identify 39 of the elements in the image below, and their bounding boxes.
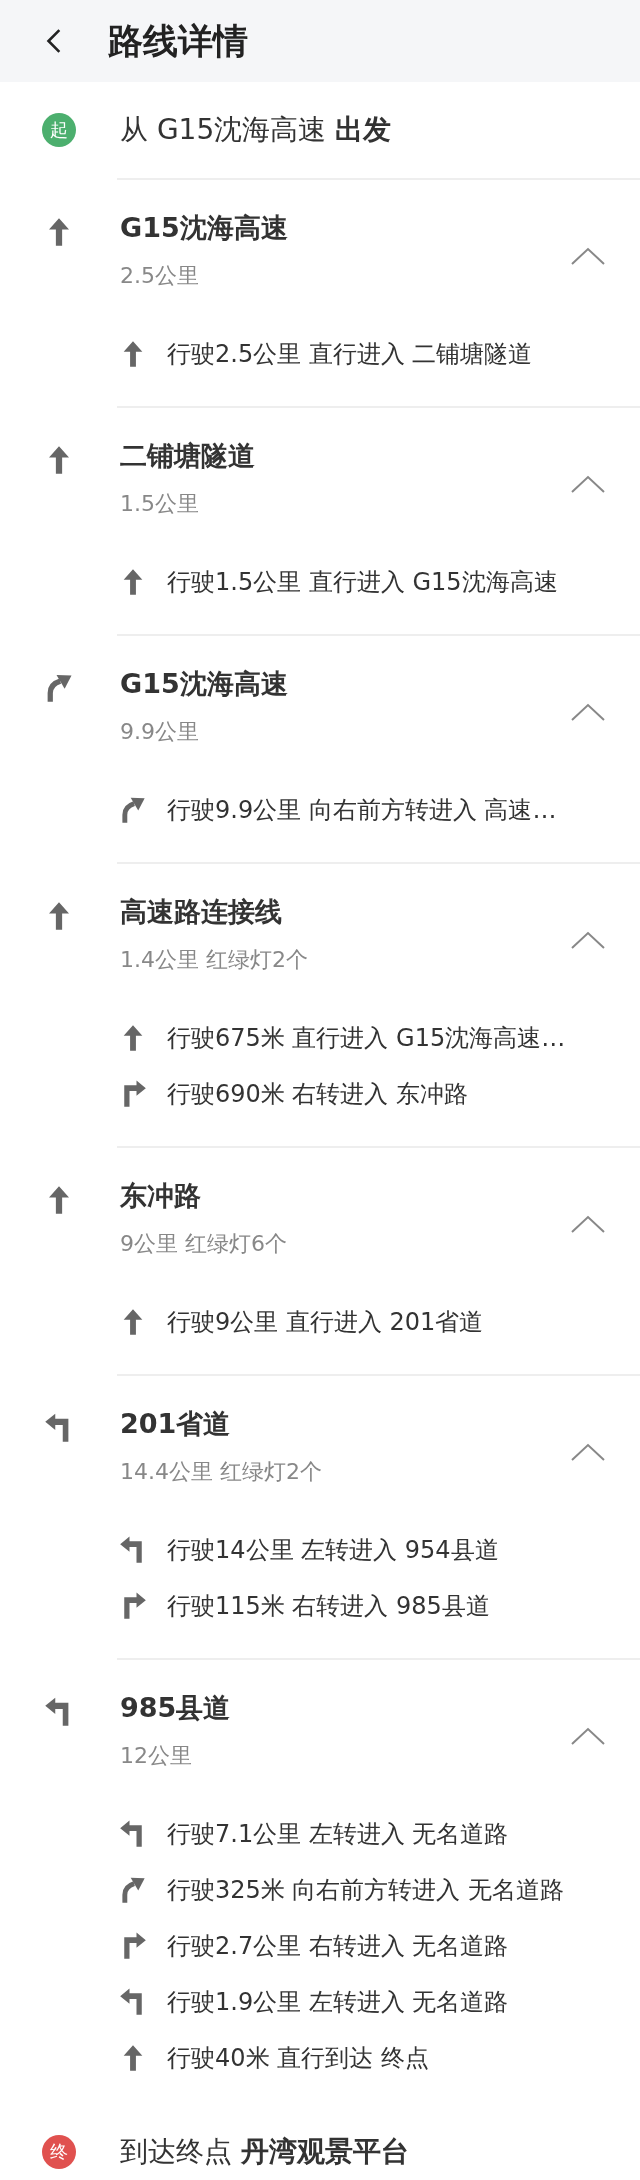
collapse-chevron-icon[interactable] (570, 474, 606, 494)
end-badge: 终 (42, 2135, 76, 2169)
step-instruction: 行驶2.7公里 右转进入 无名道路 (167, 1931, 509, 1962)
step-instruction: 行驶14公里 左转进入 954县道 (167, 1535, 499, 1566)
collapse-chevron-icon[interactable] (570, 1214, 606, 1234)
collapse-chevron-icon[interactable] (570, 930, 606, 950)
road-distance: 9.9公里 (120, 718, 200, 746)
road-distance: 2.5公里 (120, 262, 200, 290)
step-instruction: 行驶690米 右转进入 东冲路 (167, 1079, 469, 1110)
step-instruction: 行驶7.1公里 左转进入 无名道路 (167, 1819, 509, 1850)
road-distance: 1.4公里 红绿灯2个 (120, 946, 309, 974)
collapse-chevron-icon[interactable] (570, 1442, 606, 1462)
road-title: 二铺塘隧道 (120, 439, 256, 473)
road-title: G15沈海高速 (120, 667, 289, 701)
step-instruction: 行驶115米 右转进入 985县道 (167, 1591, 490, 1622)
step-instruction: 行驶1.5公里 直行进入 G15沈海高速 (167, 567, 558, 598)
step-instruction: 行驶1.9公里 左转进入 无名道路 (167, 1987, 509, 2018)
road-title: 201省道 (120, 1407, 232, 1441)
road-distance: 14.4公里 红绿灯2个 (120, 1458, 323, 1486)
collapse-chevron-icon[interactable] (570, 702, 606, 722)
step-instruction: 行驶40米 直行到达 终点 (167, 2043, 429, 2074)
road-distance: 12公里 (120, 1742, 193, 1770)
end-text: 到达终点 丹湾观景平台 (120, 2134, 409, 2170)
start-badge: 起 (42, 113, 76, 147)
road-distance: 9公里 红绿灯6个 (120, 1230, 288, 1258)
road-title: 985县道 (120, 1691, 232, 1725)
collapse-chevron-icon[interactable] (570, 1726, 606, 1746)
step-instruction: 行驶325米 向右前方转进入 无名道路 (167, 1875, 565, 1906)
road-title: 高速路连接线 (120, 895, 283, 929)
step-instruction: 行驶9.9公里 向右前方转进入 高速… (167, 795, 557, 826)
step-instruction: 行驶2.5公里 直行进入 二铺塘隧道 (167, 339, 533, 370)
road-distance: 1.5公里 (120, 490, 200, 518)
step-instruction: 行驶675米 直行进入 G15沈海高速… (167, 1023, 566, 1054)
step-instruction: 行驶9公里 直行进入 201省道 (167, 1307, 484, 1338)
page-title: 路线详情 (108, 19, 248, 63)
start-text: 从 G15沈海高速 出发 (120, 112, 392, 148)
road-title: G15沈海高速 (120, 211, 289, 245)
collapse-chevron-icon[interactable] (570, 246, 606, 266)
road-title: 东冲路 (120, 1179, 202, 1213)
